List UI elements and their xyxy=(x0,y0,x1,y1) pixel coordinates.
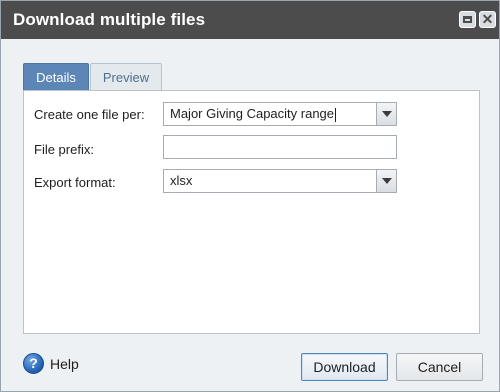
export-format-label: Export format: xyxy=(34,175,116,190)
dialog-titlebar: Download multiple files ✕ xyxy=(1,1,499,39)
details-panel: Create one file per: Major Giving Capaci… xyxy=(23,90,480,334)
export-format-value: xlsx xyxy=(170,173,193,188)
close-button[interactable]: ✕ xyxy=(479,11,496,28)
restore-button[interactable] xyxy=(459,11,476,28)
export-format-dropdown-button[interactable] xyxy=(376,170,396,192)
create-one-file-per-dropdown-button[interactable] xyxy=(376,103,396,125)
tab-preview[interactable]: Preview xyxy=(90,63,162,90)
text-caret xyxy=(335,107,337,122)
download-button[interactable]: Download xyxy=(301,353,388,381)
chevron-down-icon xyxy=(382,111,392,117)
dialog-title: Download multiple files xyxy=(13,10,206,29)
create-one-file-per-label: Create one file per: xyxy=(34,107,145,122)
close-icon: ✕ xyxy=(481,11,494,27)
file-prefix-label: File prefix: xyxy=(34,142,94,157)
help-label: Help xyxy=(50,356,79,372)
create-one-file-per-select[interactable]: Major Giving Capacity range xyxy=(163,102,397,126)
download-multiple-files-dialog: Download multiple files ✕ Details Previe… xyxy=(0,0,500,392)
help-icon: ? xyxy=(23,353,44,374)
export-format-select[interactable]: xlsx xyxy=(163,169,397,193)
cancel-button[interactable]: Cancel xyxy=(396,353,483,381)
restore-icon xyxy=(463,16,472,23)
file-prefix-input[interactable] xyxy=(163,135,397,159)
chevron-down-icon xyxy=(382,178,392,184)
tab-details[interactable]: Details xyxy=(23,63,89,90)
create-one-file-per-value: Major Giving Capacity range xyxy=(170,106,335,121)
